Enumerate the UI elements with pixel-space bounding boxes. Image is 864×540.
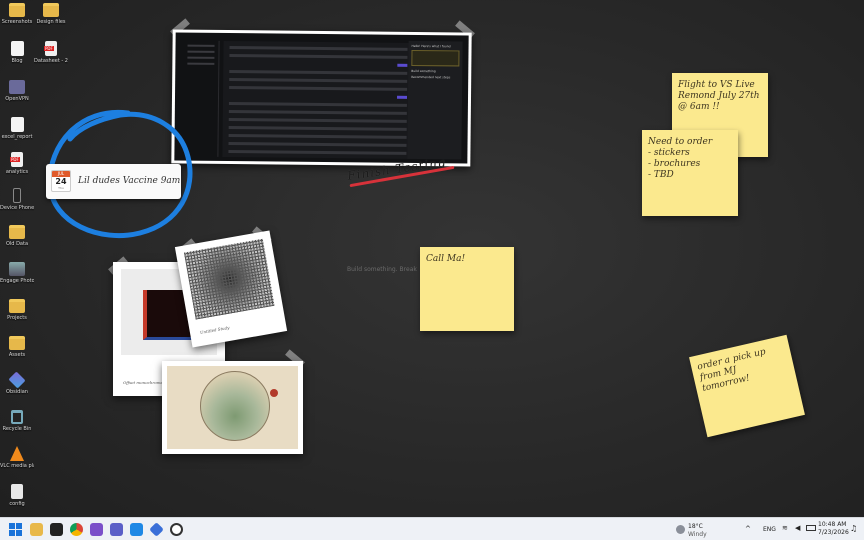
calendar-reminder-card[interactable]: JUL 24 Thu Lil dudes Vaccine 9am	[46, 164, 181, 199]
circular-landscape-art	[200, 371, 270, 441]
recycle-bin-icon	[11, 410, 23, 424]
weather-icon	[676, 525, 685, 534]
desktop-icon-excel-report[interactable]: excel_report	[0, 117, 34, 140]
app-icon	[9, 80, 25, 94]
power-automate-icon[interactable]	[149, 522, 164, 537]
desktop-icon-analytics[interactable]: analytics	[0, 152, 34, 175]
desktop-icon-assets[interactable]: Assets	[0, 336, 34, 358]
reminder-text: Lil dudes Vaccine 9am	[78, 176, 181, 186]
screenshot-highlight-box	[411, 49, 460, 67]
chrome-icon[interactable]	[70, 523, 83, 536]
desktop-icon-datasheet[interactable]: Datasheet - 2025 - Ex...	[34, 41, 68, 64]
desktop-icon-device-phone[interactable]: Device Phone	[0, 188, 34, 211]
pdf-icon	[10, 152, 23, 167]
phone-icon	[13, 188, 21, 203]
art-print-grid[interactable]: Untitled Study	[174, 230, 288, 348]
teams-icon[interactable]	[110, 523, 123, 536]
desktop-icon-openvpn[interactable]: OpenVPN	[0, 80, 34, 102]
clock-time[interactable]: 10:48 AM	[818, 521, 846, 528]
screenshot-content: Hello! Here's what I found Build somethi…	[174, 32, 469, 164]
art-print-landscape[interactable]	[162, 361, 303, 454]
language-indicator[interactable]: ENG	[763, 526, 776, 533]
screenshot-chat-pane: Hello! Here's what I found Build somethi…	[407, 40, 463, 160]
red-dot	[270, 389, 278, 397]
sticky-note-pickup[interactable]: order a pick up from MJ tomorrow!	[689, 334, 805, 438]
volume-icon[interactable]: ◀	[795, 524, 800, 532]
desktop-icon-vlc[interactable]: VLC media player	[0, 446, 34, 469]
document-icon	[10, 41, 24, 56]
folder-icon	[9, 225, 25, 239]
folder-icon	[9, 299, 25, 313]
obsidian-icon	[8, 371, 26, 389]
board-caption: Build something. Break	[347, 266, 417, 273]
screenshot-main-pane	[222, 40, 414, 159]
taskbar: 18°C Windy ^ ENG ≋ ◀ 10:48 AM 7/23/2026 …	[0, 517, 864, 540]
file-icon	[11, 484, 23, 499]
visual-studio-icon[interactable]	[90, 523, 103, 536]
wifi-icon[interactable]: ≋	[782, 524, 788, 532]
desktop-icon-screenshots[interactable]: Screenshots	[0, 3, 34, 25]
image-icon	[9, 262, 25, 276]
desktop-icon-blog[interactable]: Blog	[0, 41, 34, 64]
desktop-icon-projects[interactable]: Projects	[0, 299, 34, 321]
file-explorer-icon[interactable]	[30, 523, 43, 536]
vscode-icon[interactable]	[130, 523, 143, 536]
start-icon[interactable]	[9, 523, 22, 536]
vlc-icon	[10, 446, 24, 461]
folder-icon	[43, 3, 59, 17]
sticky-note-call-ma[interactable]: Call Ma!	[420, 247, 514, 331]
notification-bell-icon[interactable]: ♫	[850, 524, 857, 533]
desktop-icon-config[interactable]: config	[0, 484, 34, 507]
pdf-icon	[44, 41, 57, 56]
pinned-screenshot[interactable]: Hello! Here's what I found Build somethi…	[171, 29, 472, 167]
desktop-icon-recycle-bin[interactable]: Recycle Bin	[0, 410, 34, 432]
desktop-icon-engage-photo[interactable]: Engage Photo	[0, 262, 34, 284]
chevron-up-icon[interactable]: ^	[745, 525, 751, 533]
sticky-note-order[interactable]: Need to order - stickers - brochures - T…	[642, 130, 738, 216]
folder-icon	[9, 3, 25, 17]
document-icon	[10, 117, 24, 132]
clock-date[interactable]: 7/23/2026	[818, 529, 849, 536]
desktop-icon-old-data[interactable]: Old Data	[0, 225, 34, 247]
desktop-icon-design-files[interactable]: Design files	[34, 3, 68, 25]
grid-pattern-art	[183, 238, 275, 320]
desktop-icon-obsidian[interactable]: Obsidian	[0, 371, 34, 395]
chatgpt-icon[interactable]	[170, 523, 183, 536]
battery-icon[interactable]	[806, 525, 816, 531]
folder-icon	[9, 336, 25, 350]
terminal-icon[interactable]	[50, 523, 63, 536]
calendar-icon: JUL 24 Thu	[51, 170, 71, 192]
